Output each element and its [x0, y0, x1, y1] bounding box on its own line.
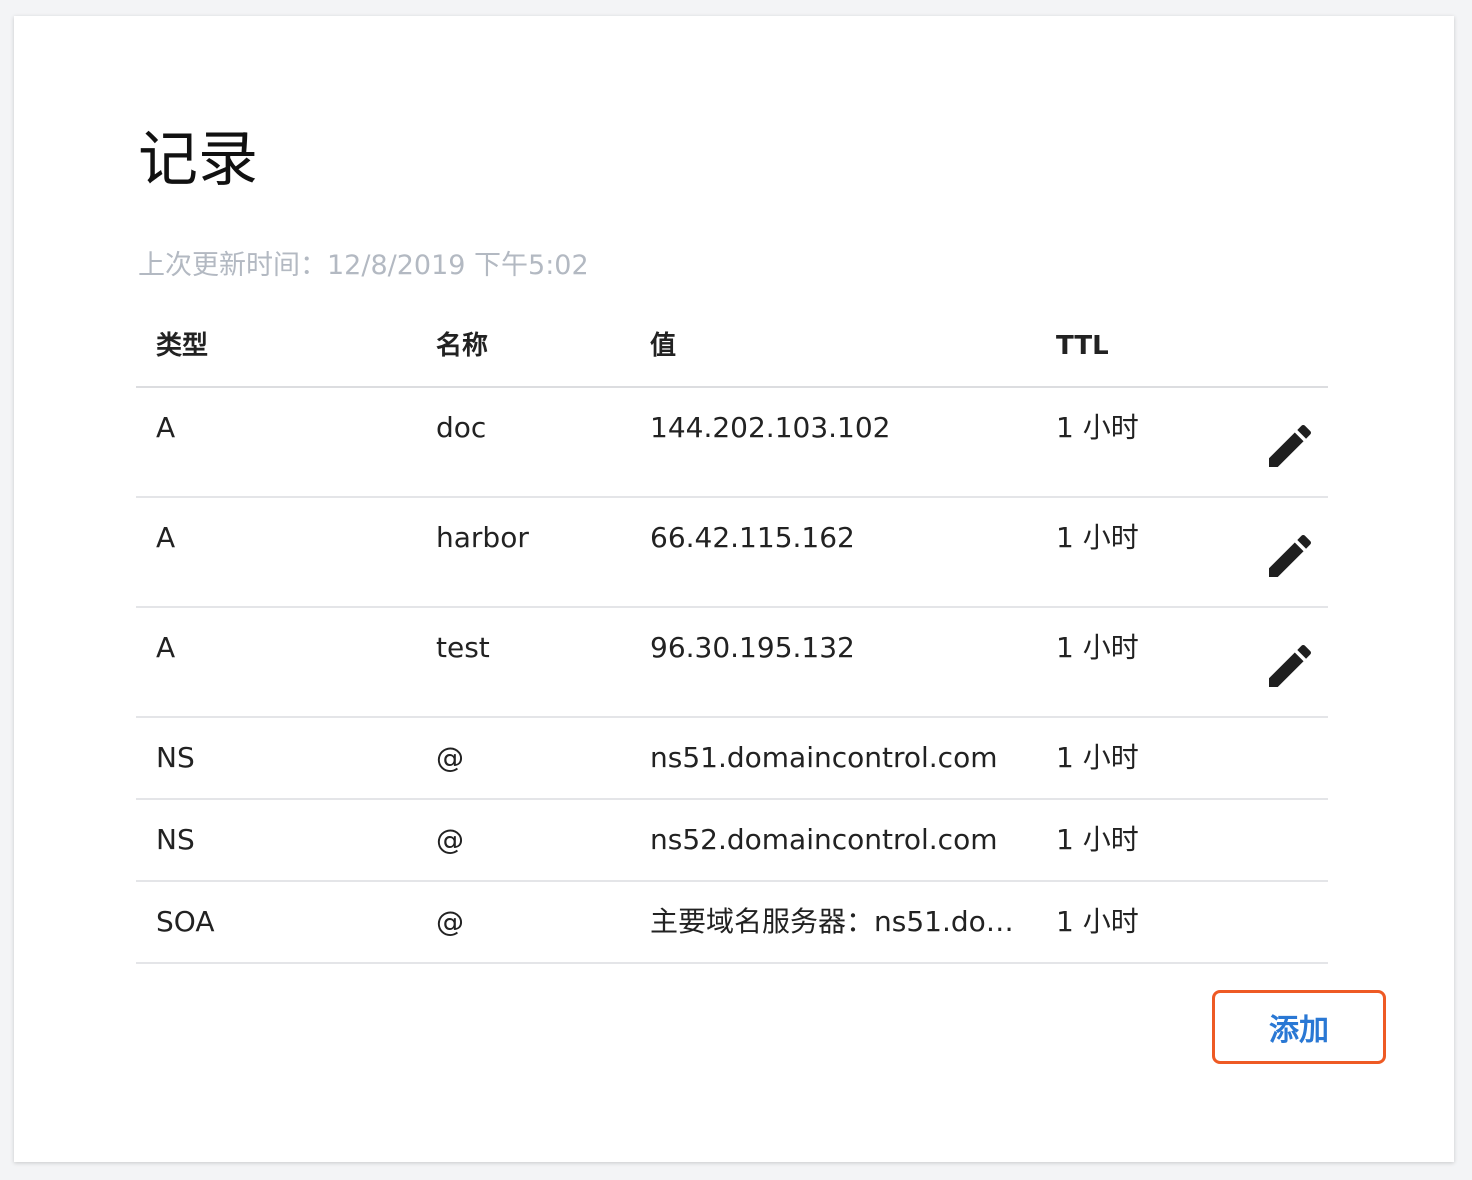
cell-value: 66.42.115.162 [650, 521, 855, 554]
cell-name: @ [436, 905, 464, 938]
cell-ttl: 1 小时 [1056, 521, 1139, 554]
cell-ttl: 1 小时 [1056, 631, 1139, 664]
cell-name: doc [436, 411, 487, 444]
table-row: SOA @ 主要域名服务器：ns51.do… 1 小时 [136, 882, 1328, 964]
cell-ttl: 1 小时 [1056, 411, 1139, 444]
cell-type: NS [156, 741, 195, 774]
cell-type: A [156, 521, 176, 554]
records-card: 记录 上次更新时间：12/8/2019 下午5:02 类型 名称 值 TTL A… [14, 16, 1454, 1162]
cell-name: @ [436, 741, 464, 774]
edit-pencil-icon[interactable] [1262, 418, 1318, 474]
cell-name: test [436, 631, 490, 664]
cell-value: 96.30.195.132 [650, 631, 855, 664]
header-ttl: TTL [1056, 331, 1109, 361]
cell-type: NS [156, 823, 195, 856]
cell-value: ns52.domaincontrol.com [650, 823, 998, 856]
cell-value: 主要域名服务器：ns51.do… [650, 905, 1014, 938]
cell-value: ns51.domaincontrol.com [650, 741, 998, 774]
table-row: NS @ ns51.domaincontrol.com 1 小时 [136, 718, 1328, 800]
table-row: A test 96.30.195.132 1 小时 [136, 608, 1328, 718]
cell-ttl: 1 小时 [1056, 823, 1139, 856]
cell-ttl: 1 小时 [1056, 741, 1139, 774]
table-row: NS @ ns52.domaincontrol.com 1 小时 [136, 800, 1328, 882]
cell-name: harbor [436, 521, 529, 554]
header-name: 名称 [436, 331, 489, 361]
page-title: 记录 [138, 125, 258, 195]
header-value: 值 [650, 331, 677, 361]
edit-pencil-icon[interactable] [1262, 528, 1318, 584]
cell-type: A [156, 631, 176, 664]
table-header: 类型 名称 值 TTL [136, 322, 1328, 388]
cell-value: 144.202.103.102 [650, 411, 891, 444]
last-updated-text: 上次更新时间：12/8/2019 下午5:02 [138, 250, 589, 281]
edit-pencil-icon[interactable] [1262, 638, 1318, 694]
header-type: 类型 [156, 331, 209, 361]
table-row: A harbor 66.42.115.162 1 小时 [136, 498, 1328, 608]
cell-ttl: 1 小时 [1056, 905, 1139, 938]
table-row: A doc 144.202.103.102 1 小时 [136, 388, 1328, 498]
cell-type: SOA [156, 905, 215, 938]
records-table: 类型 名称 值 TTL A doc 144.202.103.102 1 小时 A… [136, 322, 1328, 964]
add-record-button[interactable]: 添加 [1212, 990, 1386, 1064]
cell-name: @ [436, 823, 464, 856]
cell-type: A [156, 411, 176, 444]
